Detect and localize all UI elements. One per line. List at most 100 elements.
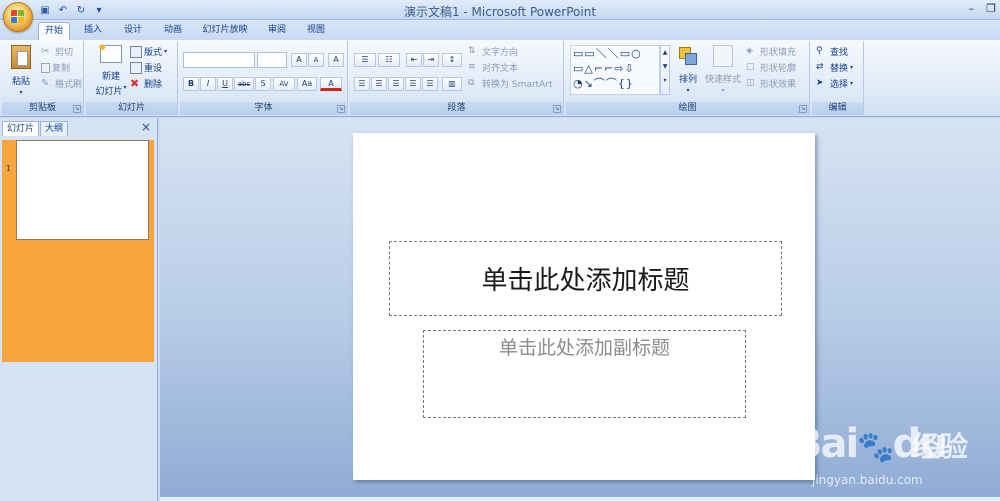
arrange-icon: [677, 45, 699, 67]
chevron-down-icon: ▾: [850, 80, 854, 87]
text-direction-icon: ⇅: [468, 45, 476, 56]
char-spacing-button[interactable]: AV: [273, 77, 295, 91]
find-button[interactable]: ⚲ 查找: [816, 45, 848, 59]
ribbon: 粘贴 ▾ ✂ 剪切 复制 ✎ 格式刷 剪贴板 ↘ ✸ 新建 幻灯片 ▾ 版式 ▾…: [0, 40, 1000, 117]
font-name-select[interactable]: [183, 52, 255, 68]
chevron-down-icon: ▾: [164, 48, 168, 55]
numbering-button[interactable]: ☷: [378, 53, 400, 67]
layout-button[interactable]: 版式 ▾: [130, 45, 167, 58]
align-left-button[interactable]: ☰: [354, 77, 370, 91]
paragraph-launcher-icon[interactable]: ↘: [553, 105, 561, 113]
effects-icon: ◫: [746, 77, 755, 88]
shapes-gallery[interactable]: ▭▭＼＼▭○ ▭△⌐⌐⇨⇩ ◔↘⌒⌒{}: [570, 45, 660, 95]
shadow-button[interactable]: S: [255, 77, 271, 91]
chevron-down-icon: ▾: [19, 89, 23, 96]
slide-canvas[interactable]: 单击此处添加标题 单击此处添加副标题: [353, 133, 815, 480]
reset-icon: [130, 61, 142, 74]
cut-button[interactable]: ✂ 剪切: [41, 45, 73, 59]
shape-outline-button[interactable]: ▢ 形状轮廓: [746, 61, 796, 75]
paint-bucket-icon: ◈: [746, 45, 753, 56]
shapes-scroll[interactable]: ▲ ▼ ▾: [660, 45, 670, 95]
italic-button[interactable]: I: [200, 77, 216, 91]
minimize-button[interactable]: –: [969, 1, 975, 17]
delete-icon: ✖: [130, 76, 140, 90]
paragraph-group-label: 段落: [350, 102, 563, 115]
slide-number: 1: [6, 164, 12, 173]
clear-format-button[interactable]: A: [328, 53, 344, 67]
line-spacing-button[interactable]: ↕: [442, 53, 462, 67]
paste-icon: [11, 45, 31, 69]
smartart-button[interactable]: ⧉ 转换为 SmartArt: [468, 77, 552, 91]
chevron-down-icon: ▾: [123, 84, 127, 91]
office-logo-icon: [11, 10, 25, 24]
tab-animation[interactable]: 动画: [156, 22, 190, 40]
replace-button[interactable]: ⇄ 替换 ▾: [816, 61, 853, 75]
tab-outline-pane[interactable]: 大纲: [40, 121, 69, 136]
decrease-indent-button[interactable]: ⇤: [406, 53, 422, 67]
font-size-select[interactable]: [257, 52, 287, 68]
underline-button[interactable]: U: [217, 77, 233, 91]
tab-insert[interactable]: 插入: [76, 22, 110, 40]
text-direction-button[interactable]: ⇅ 文字方向: [468, 45, 518, 59]
shrink-font-button[interactable]: A: [308, 53, 324, 67]
tab-home[interactable]: 开始: [38, 22, 70, 40]
align-text-button[interactable]: ≡ 对齐文本: [468, 61, 518, 75]
quick-styles-icon: [713, 45, 733, 67]
grow-font-button[interactable]: A: [291, 53, 307, 67]
ribbon-tabs: 开始 插入 设计 动画 幻灯片放映 审阅 视图: [0, 20, 1000, 40]
new-slide-button[interactable]: ✸ 新建 幻灯片 ▾: [91, 43, 131, 97]
editing-group: ⚲ 查找 ⇄ 替换 ▾ ➤ 选择 ▾ 编辑: [812, 41, 864, 115]
align-center-button[interactable]: ☰: [371, 77, 387, 91]
align-right-button[interactable]: ☰: [388, 77, 404, 91]
distribute-button[interactable]: ☰: [422, 77, 438, 91]
tab-view[interactable]: 视图: [300, 22, 332, 40]
font-color-button[interactable]: A: [320, 77, 342, 91]
clipboard-group-label: 剪贴板: [2, 102, 83, 115]
shape-effects-button[interactable]: ◫ 形状效果: [746, 77, 796, 91]
increase-indent-button[interactable]: ⇥: [423, 53, 439, 67]
tab-review[interactable]: 审阅: [262, 22, 292, 40]
drawing-launcher-icon[interactable]: ↘: [799, 105, 807, 113]
scissors-icon: ✂: [41, 45, 50, 57]
office-button[interactable]: [3, 2, 33, 32]
slide-thumbnail[interactable]: [16, 140, 149, 240]
format-painter-button[interactable]: ✎ 格式刷: [41, 77, 82, 91]
quick-styles-button[interactable]: 快速样式 ▾: [704, 45, 742, 94]
align-text-icon: ≡: [468, 61, 476, 72]
shape-fill-button[interactable]: ◈ 形状填充: [746, 45, 796, 59]
delete-slide-button[interactable]: ✖ 删除: [130, 77, 162, 90]
tab-design[interactable]: 设计: [116, 22, 150, 40]
new-slide-icon: ✸: [98, 43, 122, 63]
arrange-button[interactable]: 排列 ▾: [674, 45, 702, 94]
close-icon[interactable]: ×: [141, 120, 151, 134]
window-title: 演示文稿1 - Microsoft PowerPoint: [403, 5, 597, 19]
reset-button[interactable]: 重设: [130, 61, 162, 74]
select-button[interactable]: ➤ 选择 ▾: [816, 77, 854, 91]
clipboard-group: 粘贴 ▾ ✂ 剪切 复制 ✎ 格式刷 剪贴板 ↘: [2, 41, 84, 115]
tab-slideshow[interactable]: 幻灯片放映: [196, 22, 254, 40]
title-bar: ▣ ↶ ↻ ▾ 演示文稿1 - Microsoft PowerPoint – ❐: [0, 0, 1000, 32]
font-launcher-icon[interactable]: ↘: [337, 105, 345, 113]
binoculars-icon: ⚲: [816, 45, 823, 56]
layout-icon: [130, 45, 142, 58]
title-placeholder[interactable]: 单击此处添加标题: [389, 241, 782, 316]
bold-button[interactable]: B: [183, 77, 199, 91]
tab-slides-pane[interactable]: 幻灯片: [2, 121, 40, 136]
chevron-down-icon: ▾: [721, 87, 725, 94]
watermark-url: jingyan.baidu.com: [812, 473, 923, 487]
paste-button[interactable]: 粘贴 ▾: [8, 45, 34, 96]
chevron-down-icon: ▾: [686, 87, 690, 94]
paw-icon: 🐾: [857, 430, 894, 465]
justify-button[interactable]: ☰: [405, 77, 421, 91]
restore-button[interactable]: ❐: [986, 1, 996, 17]
cursor-icon: ➤: [816, 77, 824, 88]
bullets-button[interactable]: ☰: [354, 53, 376, 67]
columns-button[interactable]: ▥: [442, 77, 462, 91]
strikethrough-button[interactable]: abc: [234, 77, 254, 91]
copy-button[interactable]: 复制: [41, 61, 70, 74]
subtitle-placeholder[interactable]: 单击此处添加副标题: [423, 330, 746, 418]
baidu-watermark: Bai🐾du 经验 jingyan.baidu.com: [792, 411, 982, 487]
change-case-button[interactable]: Aa: [297, 77, 317, 91]
clipboard-launcher-icon[interactable]: ↘: [73, 105, 81, 113]
slide-thumbnail-selection[interactable]: 1: [2, 140, 154, 362]
